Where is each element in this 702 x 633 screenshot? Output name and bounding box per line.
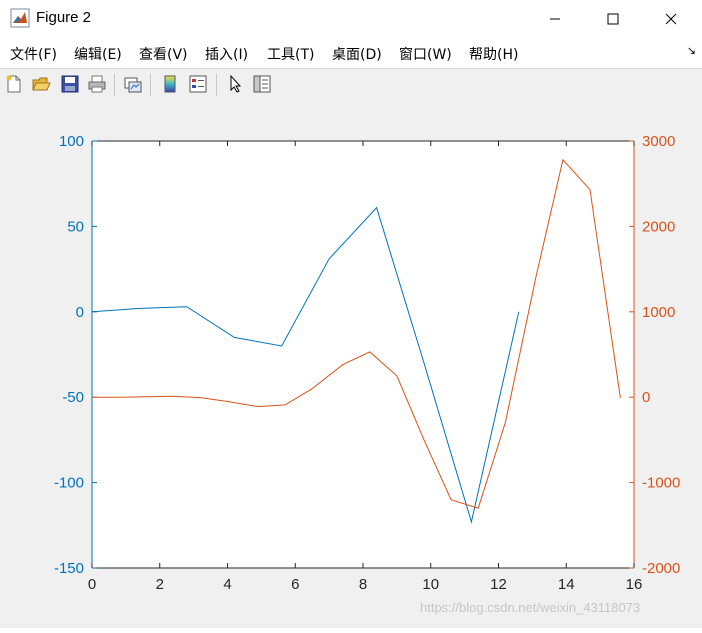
right-y-tick-label: 3000 — [642, 133, 675, 150]
close-button[interactable] — [648, 0, 694, 38]
watermark-text: https://blog.csdn.net/weixin_43118073 — [420, 600, 641, 615]
x-tick-label: 10 — [422, 576, 439, 593]
menu-view[interactable]: 查看(V) — [139, 44, 188, 64]
dual-axis-line-chart[interactable]: 0 2 4 6 8 10 12 14 16 100 50 0 -50 -100 -150 3000 2000 10… — [0, 101, 702, 628]
edit-plot-pointer-icon[interactable] — [226, 74, 246, 94]
menu-edit[interactable]: 编辑(E) — [74, 44, 122, 64]
close-icon — [665, 13, 677, 25]
title-bar[interactable]: Figure 2 — [0, 0, 702, 38]
right-y-tick-label: 1000 — [642, 304, 675, 321]
left-y-tick-label: -50 — [62, 389, 84, 406]
right-y-tick-label: -2000 — [642, 560, 680, 577]
open-property-inspector-icon[interactable] — [252, 74, 272, 94]
menu-window[interactable]: 窗口(W) — [399, 44, 452, 64]
maximize-button[interactable] — [590, 0, 636, 38]
figure-canvas: 0 2 4 6 8 10 12 14 16 100 50 0 -50 -100 -150 3000 2000 10… — [0, 101, 702, 628]
x-tick-label: 4 — [223, 576, 231, 593]
toolbar-separator — [216, 74, 217, 96]
right-y-tick-label: 0 — [642, 389, 650, 406]
x-tick-label: 14 — [558, 576, 575, 593]
insert-legend-icon[interactable] — [188, 74, 208, 94]
print-icon[interactable] — [87, 74, 107, 94]
minimize-icon — [550, 18, 560, 20]
toolbar-separator — [150, 74, 151, 96]
save-icon[interactable] — [60, 74, 80, 94]
minimize-button[interactable] — [532, 0, 578, 38]
x-tick-label: 0 — [88, 576, 96, 593]
x-tick-label: 16 — [626, 576, 643, 593]
open-file-icon[interactable] — [31, 74, 51, 94]
left-y-tick-label: 50 — [67, 218, 84, 235]
right-y-tick-label: -1000 — [642, 475, 680, 492]
link-plot-icon[interactable] — [123, 74, 143, 94]
menu-file[interactable]: 文件(F) — [10, 44, 57, 64]
left-y-tick-label: 100 — [59, 133, 84, 150]
x-tick-label: 12 — [490, 576, 507, 593]
menu-desktop[interactable]: 桌面(D) — [332, 44, 382, 64]
left-y-tick-label: -100 — [54, 475, 84, 492]
new-figure-icon[interactable] — [4, 74, 24, 94]
left-y-tick-label: -150 — [54, 560, 84, 577]
x-tick-label: 2 — [156, 576, 164, 593]
toolbar-separator — [114, 74, 115, 96]
x-tick-label: 8 — [359, 576, 367, 593]
x-tick-label: 6 — [291, 576, 299, 593]
figure-toolbar — [0, 68, 702, 102]
window-title: Figure 2 — [36, 9, 92, 26]
maximize-icon — [607, 13, 619, 25]
menu-insert[interactable]: 插入(I) — [205, 44, 248, 64]
insert-colorbar-icon[interactable] — [160, 74, 180, 94]
menu-tools[interactable]: 工具(T) — [267, 44, 314, 64]
menu-bar: 文件(F) 编辑(E) 查看(V) 插入(I) 工具(T) 桌面(D) 窗口(W… — [0, 38, 702, 68]
dock-arrow-icon[interactable]: ↘ — [687, 44, 696, 57]
right-y-tick-label: 2000 — [642, 218, 675, 235]
left-y-tick-label: 0 — [76, 304, 84, 321]
figure-window: Figure 2 文件(F) 编辑(E) 查看(V) 插入(I) 工具(T) 桌… — [0, 0, 702, 628]
matlab-logo-icon — [10, 8, 30, 28]
menu-help[interactable]: 帮助(H) — [469, 44, 518, 64]
